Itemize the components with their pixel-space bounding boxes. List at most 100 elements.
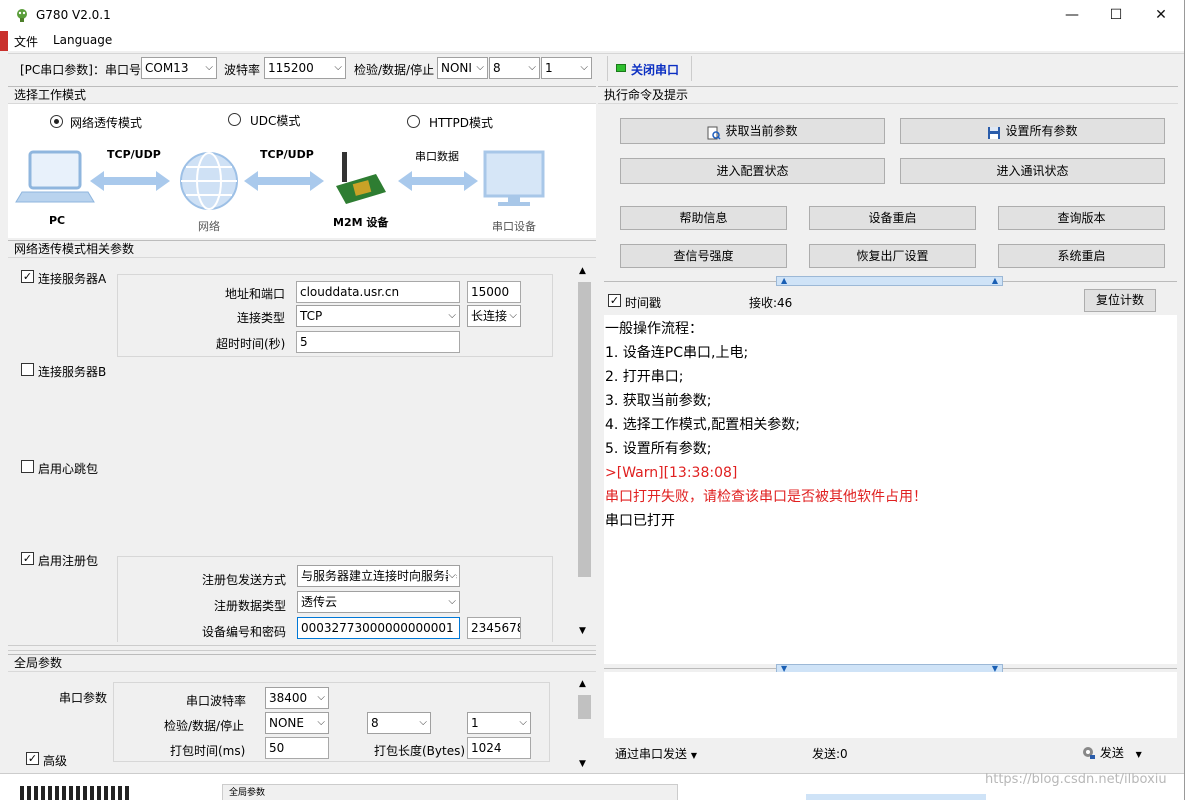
advanced-label: 高级 — [43, 754, 68, 768]
server-b-checkbox[interactable] — [21, 363, 34, 376]
global-databits-select[interactable]: 8 ⌵ — [367, 712, 431, 734]
help-button[interactable]: 帮助信息 — [620, 206, 787, 230]
baud-select[interactable]: 115200 ⌵ — [264, 57, 346, 79]
scroll-up-icon[interactable]: ▲ — [579, 679, 586, 689]
global-baud-label: 串口波特率 — [186, 694, 247, 708]
log-error: 串口打开失败，请检查该串口是否被其他软件占用！ — [605, 489, 927, 505]
query-version-button[interactable]: 查询版本 — [998, 206, 1165, 230]
global-scrollbar[interactable]: ▲ ▼ — [576, 677, 593, 772]
scroll-down-icon[interactable]: ▼ — [579, 759, 586, 769]
send-button[interactable]: 发送 ▼ — [1082, 744, 1142, 761]
send-label: 发送 — [1099, 746, 1124, 760]
menu-file[interactable]: 文件 — [14, 33, 38, 50]
log-line: 5. 设置所有参数; — [605, 441, 712, 457]
caret-down-icon: ▼ — [1135, 750, 1142, 759]
parity-select[interactable]: NONI ⌵ — [437, 57, 488, 79]
timestamp-checkbox[interactable]: ✓ — [608, 294, 621, 307]
chevron-down-icon: ⌵ — [448, 310, 456, 321]
minimize-button[interactable]: — — [1049, 0, 1095, 31]
log-line: 4. 选择工作模式,配置相关参数; — [605, 417, 800, 433]
pc-label: PC — [49, 214, 66, 227]
set-params-button[interactable]: 设置所有参数 — [900, 118, 1165, 144]
arrow-up-icon: ▲ — [781, 276, 788, 285]
stop-bits-select[interactable]: 1 ⌵ — [541, 57, 592, 79]
log-line: 一般操作流程： — [605, 321, 703, 337]
advanced-checkbox[interactable]: ✓ — [26, 752, 39, 765]
register-checkbox[interactable]: ✓ — [21, 552, 34, 565]
log-opened: 串口已打开 — [605, 513, 675, 529]
get-params-button[interactable]: 获取当前参数 — [620, 118, 885, 144]
addr-input[interactable]: clouddata.usr.cn — [296, 281, 460, 303]
net-label: 网络 — [198, 220, 220, 233]
device-reboot-button[interactable]: 设备重启 — [809, 206, 976, 230]
send-icon — [1082, 746, 1096, 760]
signal-strength-button[interactable]: 查信号强度 — [620, 244, 787, 268]
factory-reset-button[interactable]: 恢复出厂设置 — [809, 244, 976, 268]
window-title: G780 V2.0.1 — [36, 8, 111, 22]
link2-label: TCP/UDP — [260, 148, 314, 161]
send-input-area[interactable] — [604, 672, 1177, 738]
scroll-thumb[interactable] — [578, 695, 591, 719]
port-select[interactable]: COM13 ⌵ — [141, 57, 217, 79]
bg-splitter — [806, 794, 986, 800]
reg-send-select[interactable]: 与服务器建立连接时向服务器 ⌵ — [297, 565, 460, 587]
link1-label: TCP/UDP — [107, 148, 161, 161]
radio-httpd-label: HTTPD模式 — [429, 116, 493, 130]
pc-icon — [15, 150, 95, 203]
top-splitter[interactable]: ▲ ▲ — [776, 276, 1003, 286]
serial-toolbar: [PC串口参数]：串口号 COM13 ⌵ 波特率 115200 ⌵ 检验/数据/停止… — [8, 53, 1184, 82]
pack-time-label: 打包时间(ms) — [170, 744, 246, 758]
scroll-up-icon[interactable]: ▲ — [579, 266, 586, 276]
server-a-checkbox[interactable]: ✓ — [21, 270, 34, 283]
scroll-thumb[interactable] — [578, 282, 591, 577]
conn-type-select[interactable]: TCP ⌵ — [296, 305, 460, 327]
arrow-up-icon: ▲ — [991, 276, 998, 285]
send-via-dropdown[interactable]: 通过串口发送 ▼ — [615, 745, 697, 762]
close-port-button[interactable]: 关闭串口 — [607, 56, 692, 81]
save-icon — [987, 124, 1001, 139]
data-bits-select[interactable]: 8 ⌵ — [489, 57, 540, 79]
bidirectional-arrow-icon — [398, 171, 478, 191]
global-stopbits-select[interactable]: 1 ⌵ — [467, 712, 531, 734]
app-logo-icon — [15, 8, 29, 22]
heartbeat-checkbox[interactable] — [21, 460, 34, 473]
timeout-input[interactable]: 5 — [296, 331, 460, 353]
params-scrollbar[interactable]: ▲ ▼ — [576, 264, 593, 640]
port-input[interactable]: 15000 — [467, 281, 521, 303]
system-reboot-button[interactable]: 系统重启 — [998, 244, 1165, 268]
close-button[interactable]: ✕ — [1138, 0, 1184, 31]
log-warn: >[Warn][13:38:08] — [605, 465, 738, 481]
set-params-label: 设置所有参数 — [1005, 124, 1078, 138]
chevron-down-icon: ⌵ — [528, 62, 536, 73]
pack-len-input[interactable]: 1024 — [467, 737, 531, 759]
global-parity-select[interactable]: NONE ⌵ — [265, 712, 329, 734]
pack-time-input[interactable]: 50 — [265, 737, 329, 759]
baud-label: 波特率 — [224, 63, 261, 77]
splitter[interactable] — [8, 645, 596, 651]
enter-config-button[interactable]: 进入配置状态 — [620, 158, 885, 184]
enter-comm-button[interactable]: 进入通讯状态 — [900, 158, 1165, 184]
link3-label: 串口数据 — [415, 150, 459, 163]
radio-udc[interactable] — [228, 113, 241, 126]
log-line: 2. 打开串口; — [605, 369, 684, 385]
get-params-label: 获取当前参数 — [725, 124, 798, 138]
log-area[interactable]: 一般操作流程： 1. 设备连PC串口,上电; 2. 打开串口; 3. 获取当前参… — [604, 315, 1177, 664]
conn-type-label: 连接类型 — [237, 311, 286, 325]
params-panel: ✓ 连接服务器A 地址和端口 clouddata.usr.cn 15000 连接… — [8, 258, 596, 642]
menu-language[interactable]: Language — [53, 33, 112, 47]
global-baud-select[interactable]: 38400 ⌵ — [265, 687, 329, 709]
app-window: G780 V2.0.1 — ☐ ✕ 文件 Language [PC串口参数]：串… — [0, 0, 1185, 800]
reset-count-button[interactable]: 复位计数 — [1084, 289, 1156, 312]
chevron-down-icon: ⌵ — [519, 717, 527, 728]
radio-httpd[interactable] — [407, 115, 420, 128]
chevron-down-icon: ⌵ — [509, 306, 517, 326]
conn-mode-select[interactable]: 长连接 ⌵ — [467, 305, 521, 327]
reg-pwd-input[interactable]: 2345678 — [467, 617, 521, 639]
radio-udc-label: UDC模式 — [250, 114, 301, 128]
addr-label: 地址和端口 — [225, 287, 286, 301]
maximize-button[interactable]: ☐ — [1093, 0, 1139, 31]
reg-dtype-select[interactable]: 透传云 ⌵ — [297, 591, 460, 613]
reg-id-input[interactable]: 00032773000000000001 — [297, 617, 460, 639]
radio-transparent[interactable] — [50, 115, 63, 128]
scroll-down-icon[interactable]: ▼ — [579, 626, 586, 636]
